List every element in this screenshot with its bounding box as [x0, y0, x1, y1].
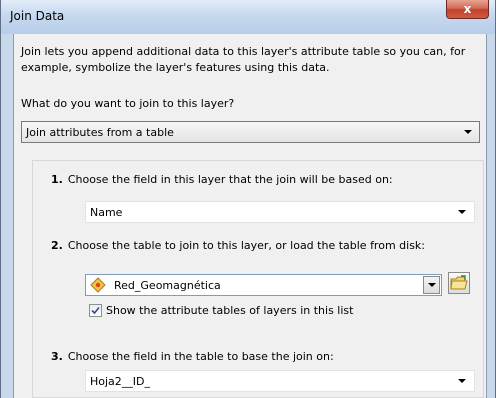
close-icon: x [463, 2, 472, 16]
show-attribute-tables-checkbox[interactable] [89, 304, 102, 317]
browse-table-button[interactable] [448, 272, 470, 294]
join-table-dropdown[interactable]: Red_Geomagnética [85, 274, 442, 296]
table-field-value: Hoja2__ID_ [90, 375, 151, 388]
chevron-down-icon [464, 130, 472, 134]
step-text: Choose the field in this layer that the … [67, 173, 393, 186]
show-attribute-tables-label: Show the attribute tables of layers in t… [106, 304, 354, 317]
join-table-dropdown-button[interactable] [423, 276, 440, 294]
join-type-dropdown[interactable]: Join attributes from a table [21, 121, 480, 143]
table-field-dropdown[interactable]: Hoja2__ID_ [85, 370, 475, 392]
dialog-body: Join lets you append additional data to … [13, 34, 487, 398]
step-text: Choose the table to join to this layer, … [67, 239, 426, 252]
chevron-down-icon [428, 283, 436, 287]
chevron-down-icon [458, 210, 466, 214]
step-1-label: 1. Choose the field in this layer that th… [51, 173, 393, 186]
intro-text: Join lets you append additional data to … [21, 45, 466, 74]
open-folder-icon [450, 275, 468, 290]
join-type-value: Join attributes from a table [26, 126, 174, 139]
join-data-dialog: Join Data x Join lets you append additio… [0, 0, 496, 398]
dialog-title: Join Data [10, 9, 65, 23]
title-bar[interactable]: Join Data x [1, 0, 495, 34]
join-table-value: Red_Geomagnética [114, 279, 221, 292]
step-3-label: 3. Choose the field in the table to base … [51, 350, 334, 363]
checkmark-icon [91, 306, 100, 315]
step-number: 3. [51, 350, 63, 363]
step-number: 1. [51, 173, 63, 186]
layer-field-dropdown[interactable]: Name [85, 201, 475, 223]
step-number: 2. [51, 239, 63, 252]
layer-field-value: Name [90, 206, 123, 219]
join-question: What do you want to join to this layer? [21, 97, 235, 110]
chevron-down-icon [458, 379, 466, 383]
close-button[interactable]: x [446, 0, 489, 19]
table-layer-icon [90, 277, 106, 293]
step-text: Choose the field in the table to base th… [67, 350, 334, 363]
step-2-label: 2. Choose the table to join to this layer… [51, 239, 425, 252]
